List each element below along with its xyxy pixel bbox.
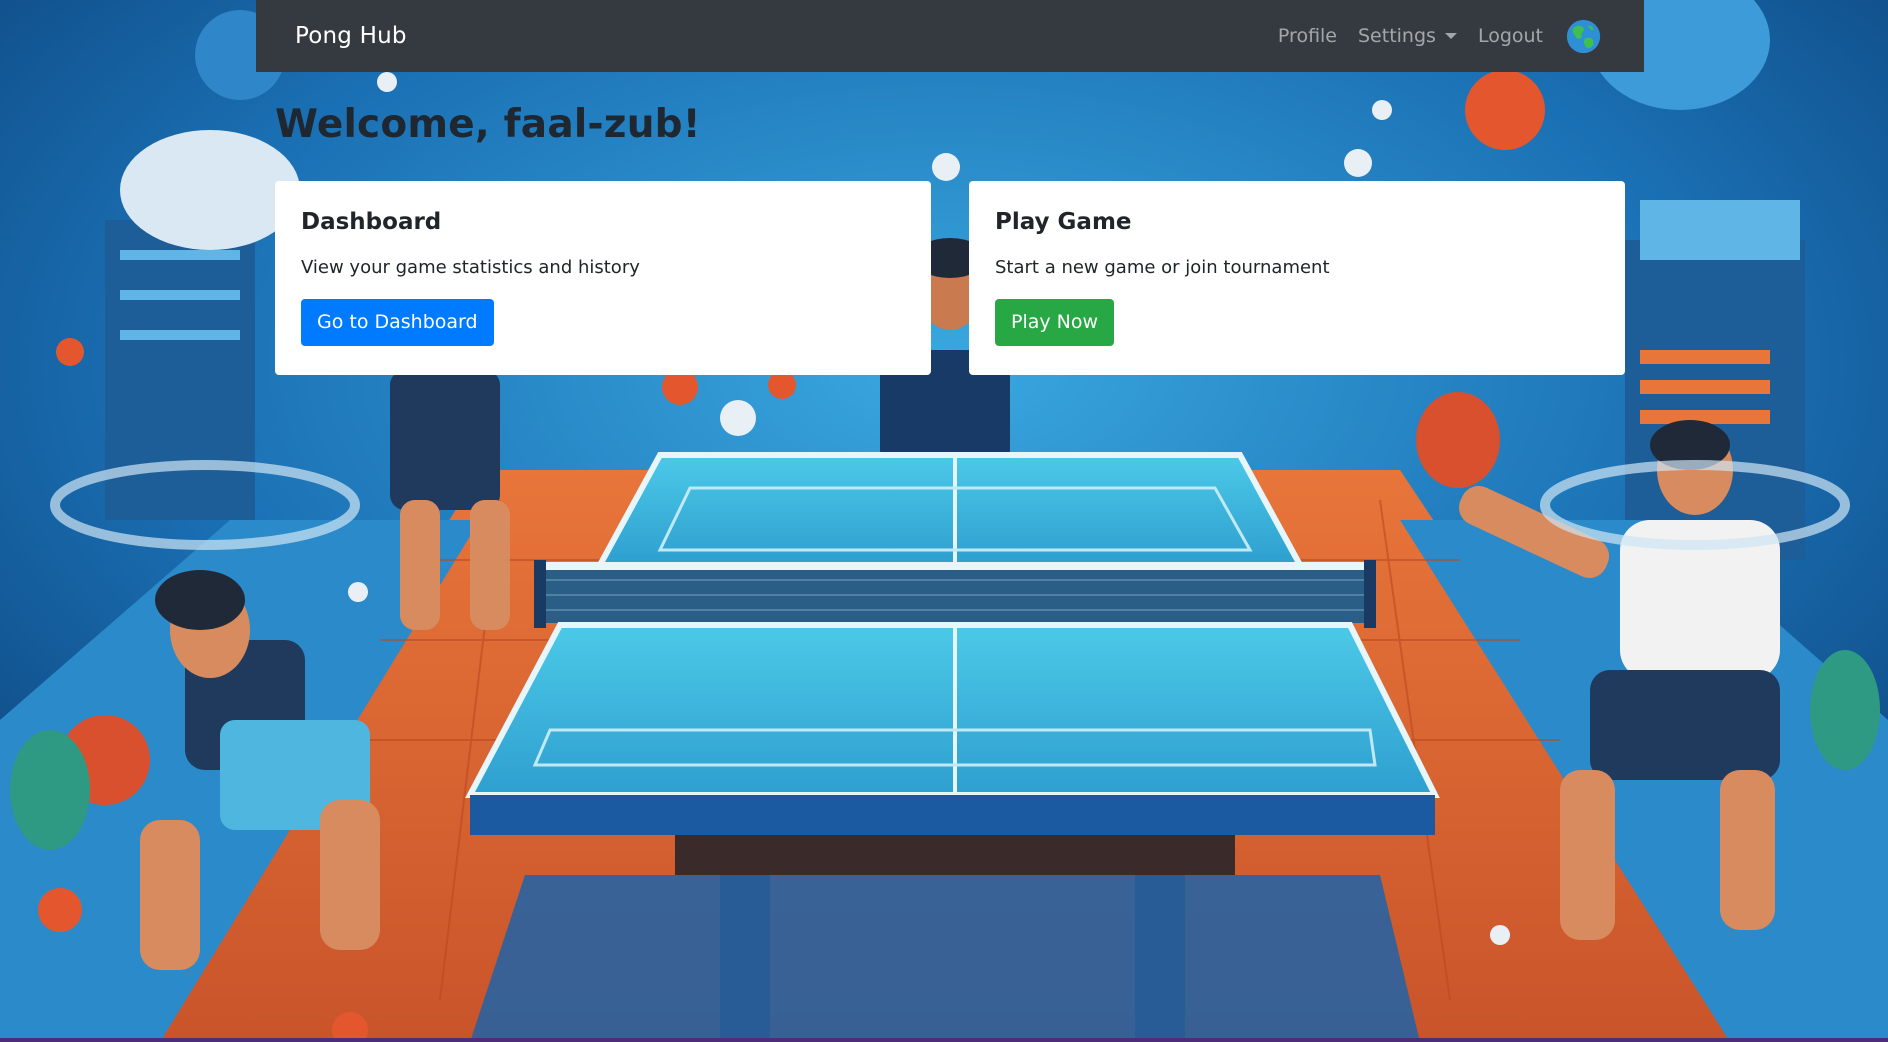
go-to-dashboard-button[interactable]: Go to Dashboard	[301, 299, 494, 346]
nav-logout-link[interactable]: Logout	[1478, 25, 1543, 47]
nav-settings-label: Settings	[1358, 25, 1436, 47]
dashboard-card-title: Dashboard	[301, 209, 442, 235]
play-game-card-title: Play Game	[995, 209, 1132, 235]
bottom-border	[0, 1038, 1888, 1042]
background-illustration	[0, 0, 1888, 1042]
play-game-card: Play Game Start a new game or join tourn…	[969, 181, 1625, 375]
play-game-card-text: Start a new game or join tournament	[995, 257, 1330, 278]
play-now-button[interactable]: Play Now	[995, 299, 1115, 346]
nav-settings-dropdown[interactable]: Settings	[1358, 25, 1457, 47]
dashboard-card-text: View your game statistics and history	[301, 257, 640, 278]
chevron-down-icon	[1444, 33, 1457, 39]
dashboard-card: Dashboard View your game statistics and …	[275, 181, 931, 375]
globe-icon[interactable]	[1565, 18, 1602, 55]
nav-links: Profile Settings Logout	[1278, 18, 1602, 55]
welcome-heading: Welcome, faal-zub!	[275, 102, 701, 147]
top-navbar: Pong Hub Profile Settings Logout	[256, 0, 1644, 72]
nav-profile-link[interactable]: Profile	[1278, 25, 1337, 47]
brand-logo[interactable]: Pong Hub	[295, 23, 407, 49]
